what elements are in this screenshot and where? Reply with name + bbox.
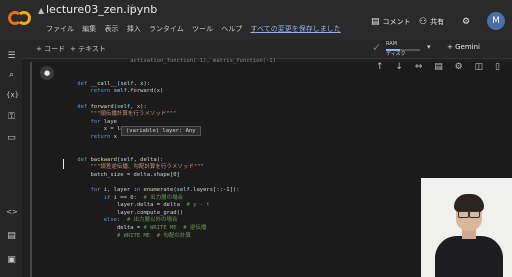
code-line[interactable]: delta = # WRITE ME # 逆伝播 bbox=[64, 225, 464, 233]
code-line[interactable]: else: # 出力層以外の場合 bbox=[64, 217, 464, 225]
menu-runtime[interactable]: ランタイム bbox=[149, 25, 184, 33]
code-line[interactable] bbox=[64, 96, 464, 104]
connected-check-icon: ✓ bbox=[372, 41, 382, 54]
code-line[interactable]: for i, layer in enumerate(self.layers[::… bbox=[64, 187, 464, 195]
code-line[interactable] bbox=[64, 66, 464, 74]
chevron-down-icon[interactable]: ▾ bbox=[427, 43, 431, 51]
comment-icon: ▤ bbox=[371, 17, 380, 27]
add-code-button[interactable]: + コード bbox=[36, 44, 65, 54]
menu-view[interactable]: 表示 bbox=[104, 25, 118, 33]
left-sidebar: ☰ ⌕ {x} ⚿ ▭ <> ▤ ▣ bbox=[0, 51, 22, 277]
code-line[interactable] bbox=[64, 142, 464, 150]
notebook-toolbar: + コード + テキスト ✓ RAM ディスク ▾ + Gemini bbox=[0, 40, 512, 59]
notebook-title[interactable]: lecture03_zen.ipynb bbox=[46, 3, 157, 16]
menu-icon[interactable]: ☰ bbox=[6, 51, 17, 61]
code-line[interactable]: """順伝播計算を行うメソッド""" bbox=[64, 111, 464, 119]
add-text-button[interactable]: + テキスト bbox=[70, 44, 106, 54]
terminal-icon[interactable]: ▣ bbox=[6, 255, 17, 265]
search-icon[interactable]: ⌕ bbox=[6, 70, 17, 80]
code-line[interactable]: activation_function(-1), matrix_function… bbox=[64, 58, 464, 66]
menu-help[interactable]: ヘルプ bbox=[221, 25, 242, 33]
code-line[interactable] bbox=[64, 149, 464, 157]
share-icon: ⚇ bbox=[419, 17, 428, 27]
code-snippets-icon[interactable]: <> bbox=[6, 208, 18, 216]
hover-tooltip: (variable) layer: Any bbox=[121, 126, 201, 136]
delete-icon[interactable]: ▯ bbox=[495, 62, 500, 72]
avatar[interactable]: M bbox=[487, 12, 505, 30]
code-line[interactable] bbox=[64, 73, 464, 81]
menu-tools[interactable]: ツール bbox=[192, 25, 213, 33]
star-icon[interactable]: ☆ bbox=[128, 3, 137, 14]
drive-icon: ▲ bbox=[38, 6, 45, 15]
code-line[interactable]: """誤差逆伝播、勾配計算を行うメソッド""" bbox=[64, 164, 464, 172]
mirror-icon[interactable]: ◫ bbox=[475, 62, 484, 72]
menu-bar: ファイル 編集 表示 挿入 ランタイム ツール ヘルプ すべての変更を保存しまし… bbox=[46, 24, 347, 34]
comment-button[interactable]: ▤ コメント bbox=[371, 17, 411, 27]
saved-status-link[interactable]: すべての変更を保存しました bbox=[251, 25, 341, 33]
code-line[interactable]: def __call__(self, x): bbox=[64, 81, 464, 89]
menu-edit[interactable]: 編集 bbox=[82, 25, 96, 33]
gemini-button[interactable]: + Gemini bbox=[447, 43, 480, 51]
menu-insert[interactable]: 挿入 bbox=[127, 25, 141, 33]
code-editor[interactable]: activation_function(-1), matrix_function… bbox=[64, 58, 464, 240]
presenter-video bbox=[421, 178, 512, 277]
code-line[interactable]: if i == 0: # 出力層の場合 bbox=[64, 195, 464, 203]
variables-icon[interactable]: {x} bbox=[6, 91, 19, 99]
share-button[interactable]: ⚇ 共有 bbox=[419, 17, 444, 27]
code-line[interactable]: layer.delta = delta # y - t bbox=[64, 202, 464, 210]
run-cell-button[interactable]: ● bbox=[40, 66, 54, 80]
settings-icon[interactable]: ⚙ bbox=[462, 17, 473, 27]
resource-monitor[interactable]: RAM ディスク bbox=[386, 41, 420, 57]
code-line[interactable] bbox=[64, 180, 464, 188]
colab-window: ▲ lecture03_zen.ipynb ☆ ファイル 編集 表示 挿入 ラン… bbox=[0, 0, 512, 277]
code-line[interactable]: return self.forward(x) bbox=[64, 88, 464, 96]
secrets-key-icon[interactable]: ⚿ bbox=[6, 112, 17, 122]
code-line[interactable]: # WRITE ME # 勾配の計算 bbox=[64, 233, 464, 241]
text-cursor bbox=[63, 159, 64, 169]
folder-icon[interactable]: ▭ bbox=[6, 133, 17, 143]
header: ▲ lecture03_zen.ipynb ☆ ファイル 編集 表示 挿入 ラン… bbox=[0, 0, 512, 40]
command-palette-icon[interactable]: ▤ bbox=[6, 231, 17, 241]
menu-file[interactable]: ファイル bbox=[46, 25, 74, 33]
colab-logo[interactable] bbox=[8, 11, 32, 27]
code-line[interactable]: batch_size = delta.shape[0] bbox=[64, 172, 464, 180]
